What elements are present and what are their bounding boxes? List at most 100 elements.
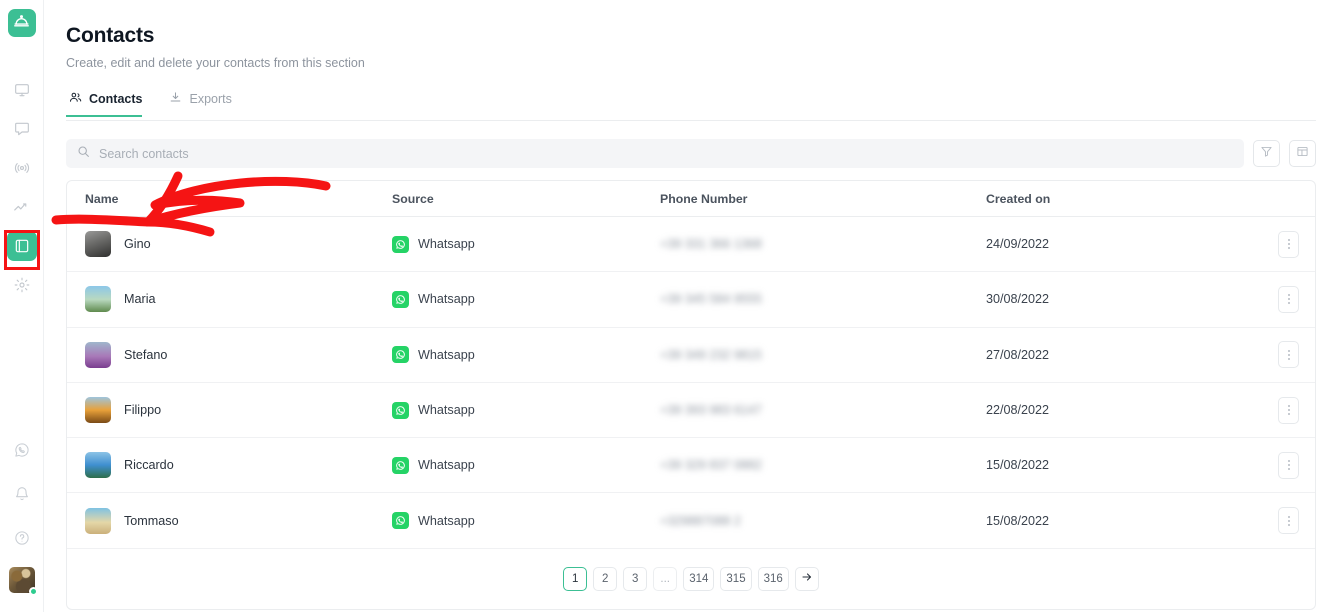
page-button-316[interactable]: 316 [758, 567, 789, 591]
search-icon [77, 145, 90, 163]
more-vertical-icon [1288, 294, 1290, 296]
page-button-3[interactable]: 3 [623, 567, 647, 591]
contact-avatar [85, 397, 111, 423]
search-toolbar [66, 139, 1316, 168]
sidebar-item-whatsapp[interactable] [7, 435, 37, 465]
sidebar-item-chat[interactable] [7, 114, 37, 144]
table-row[interactable]: Tommaso Whatsapp +329887088 2 15/08/2022 [67, 493, 1315, 548]
whatsapp-icon [392, 291, 409, 308]
sidebar-item-notifications[interactable] [7, 479, 37, 509]
sidebar-item-analytics[interactable] [7, 192, 37, 222]
whatsapp-icon [392, 457, 409, 474]
more-vertical-icon [1288, 239, 1290, 241]
contact-source: Whatsapp [418, 458, 475, 472]
contact-name: Filippo [124, 403, 161, 417]
people-icon [69, 91, 82, 107]
search-box[interactable] [66, 139, 1244, 168]
sidebar-item-contacts[interactable] [7, 231, 37, 261]
chat-bubble-icon [14, 121, 30, 137]
app-logo[interactable] [8, 9, 36, 37]
sidebar-nav-top [7, 75, 37, 309]
contact-name: Riccardo [124, 458, 174, 472]
row-actions-button[interactable] [1278, 286, 1299, 313]
page-button-1[interactable]: 1 [563, 567, 587, 591]
whatsapp-icon [392, 402, 409, 419]
page-button-315[interactable]: 315 [720, 567, 751, 591]
row-actions-button[interactable] [1278, 341, 1299, 368]
more-vertical-icon [1288, 516, 1290, 518]
row-actions-button[interactable] [1278, 397, 1299, 424]
contact-created-on: 27/08/2022 [986, 348, 1049, 362]
column-header-source: Source [392, 192, 660, 206]
contact-phone: +39 345 584 9555 [660, 292, 762, 306]
status-badge [29, 587, 38, 596]
contact-created-on: 30/08/2022 [986, 292, 1049, 306]
contact-created-on: 24/09/2022 [986, 237, 1049, 251]
contact-name: Stefano [124, 348, 167, 362]
service-dome-logo-icon [13, 12, 30, 34]
table-row[interactable]: Gino Whatsapp +39 331 366 1368 24/09/202… [67, 217, 1315, 272]
sidebar-item-dashboard[interactable] [7, 75, 37, 105]
contact-source: Whatsapp [418, 514, 475, 528]
more-vertical-icon [1288, 405, 1290, 407]
contact-phone: +39 349 232 9815 [660, 348, 762, 362]
table-row[interactable]: Maria Whatsapp +39 345 584 9555 30/08/20… [67, 272, 1315, 327]
contact-created-on: 15/08/2022 [986, 458, 1049, 472]
next-page-button[interactable] [795, 567, 819, 591]
tab-exports[interactable]: Exports [166, 91, 243, 116]
whatsapp-icon [392, 346, 409, 363]
column-header-created-on: Created on [986, 192, 1253, 206]
search-input[interactable] [99, 147, 1233, 161]
pagination: 1 2 3 ... 314 315 316 [67, 549, 1315, 609]
page-ellipsis: ... [653, 567, 677, 591]
column-header-phone: Phone Number [660, 192, 986, 206]
table-row[interactable]: Riccardo Whatsapp +39 329 837 0882 15/08… [67, 438, 1315, 493]
contact-source: Whatsapp [418, 292, 475, 306]
contact-avatar [85, 508, 111, 534]
contact-avatar [85, 231, 111, 257]
sidebar-item-broadcast[interactable] [7, 153, 37, 183]
contact-avatar [85, 286, 111, 312]
table-row[interactable]: Filippo Whatsapp +39 393 983 6147 22/08/… [67, 383, 1315, 438]
page-button-314[interactable]: 314 [683, 567, 714, 591]
filter-button[interactable] [1253, 140, 1280, 167]
filter-funnel-icon [1260, 145, 1273, 163]
column-header-name: Name [85, 192, 392, 206]
row-actions-button[interactable] [1278, 452, 1299, 479]
contact-source: Whatsapp [418, 403, 475, 417]
contact-avatar [85, 342, 111, 368]
contact-phone: +329887088 2 [660, 514, 741, 528]
tab-contacts[interactable]: Contacts [66, 91, 154, 116]
whatsapp-icon [14, 442, 30, 458]
contact-phone: +39 331 366 1368 [660, 237, 762, 251]
contact-name: Tommaso [124, 514, 179, 528]
sidebar-nav-bottom [7, 435, 37, 604]
sidebar [0, 0, 44, 612]
contact-source: Whatsapp [418, 348, 475, 362]
more-vertical-icon [1288, 460, 1290, 462]
sidebar-item-help[interactable] [7, 523, 37, 553]
avatar[interactable] [9, 567, 35, 593]
main-content: Contacts Create, edit and delete your co… [44, 0, 1338, 612]
sidebar-item-settings[interactable] [7, 270, 37, 300]
page-title: Contacts [66, 24, 1316, 48]
columns-button[interactable] [1289, 140, 1316, 167]
page-subtitle: Create, edit and delete your contacts fr… [66, 56, 1316, 70]
contact-source: Whatsapp [418, 237, 475, 251]
table-header-row: Name Source Phone Number Created on [67, 181, 1315, 217]
trending-up-icon [13, 199, 30, 216]
table-row[interactable]: Stefano Whatsapp +39 349 232 9815 27/08/… [67, 328, 1315, 383]
row-actions-button[interactable] [1278, 231, 1299, 258]
row-actions-button[interactable] [1278, 507, 1299, 534]
more-vertical-icon [1288, 350, 1290, 352]
monitor-icon [14, 82, 30, 98]
bell-icon [14, 486, 30, 502]
page-button-2[interactable]: 2 [593, 567, 617, 591]
tab-bar: Contacts Exports [66, 91, 1316, 121]
contacts-book-icon [14, 238, 30, 254]
gear-icon [14, 277, 30, 293]
contact-name: Gino [124, 237, 151, 251]
table-columns-icon [1296, 145, 1309, 163]
contact-name: Maria [124, 292, 156, 306]
contact-phone: +39 329 837 0882 [660, 458, 762, 472]
